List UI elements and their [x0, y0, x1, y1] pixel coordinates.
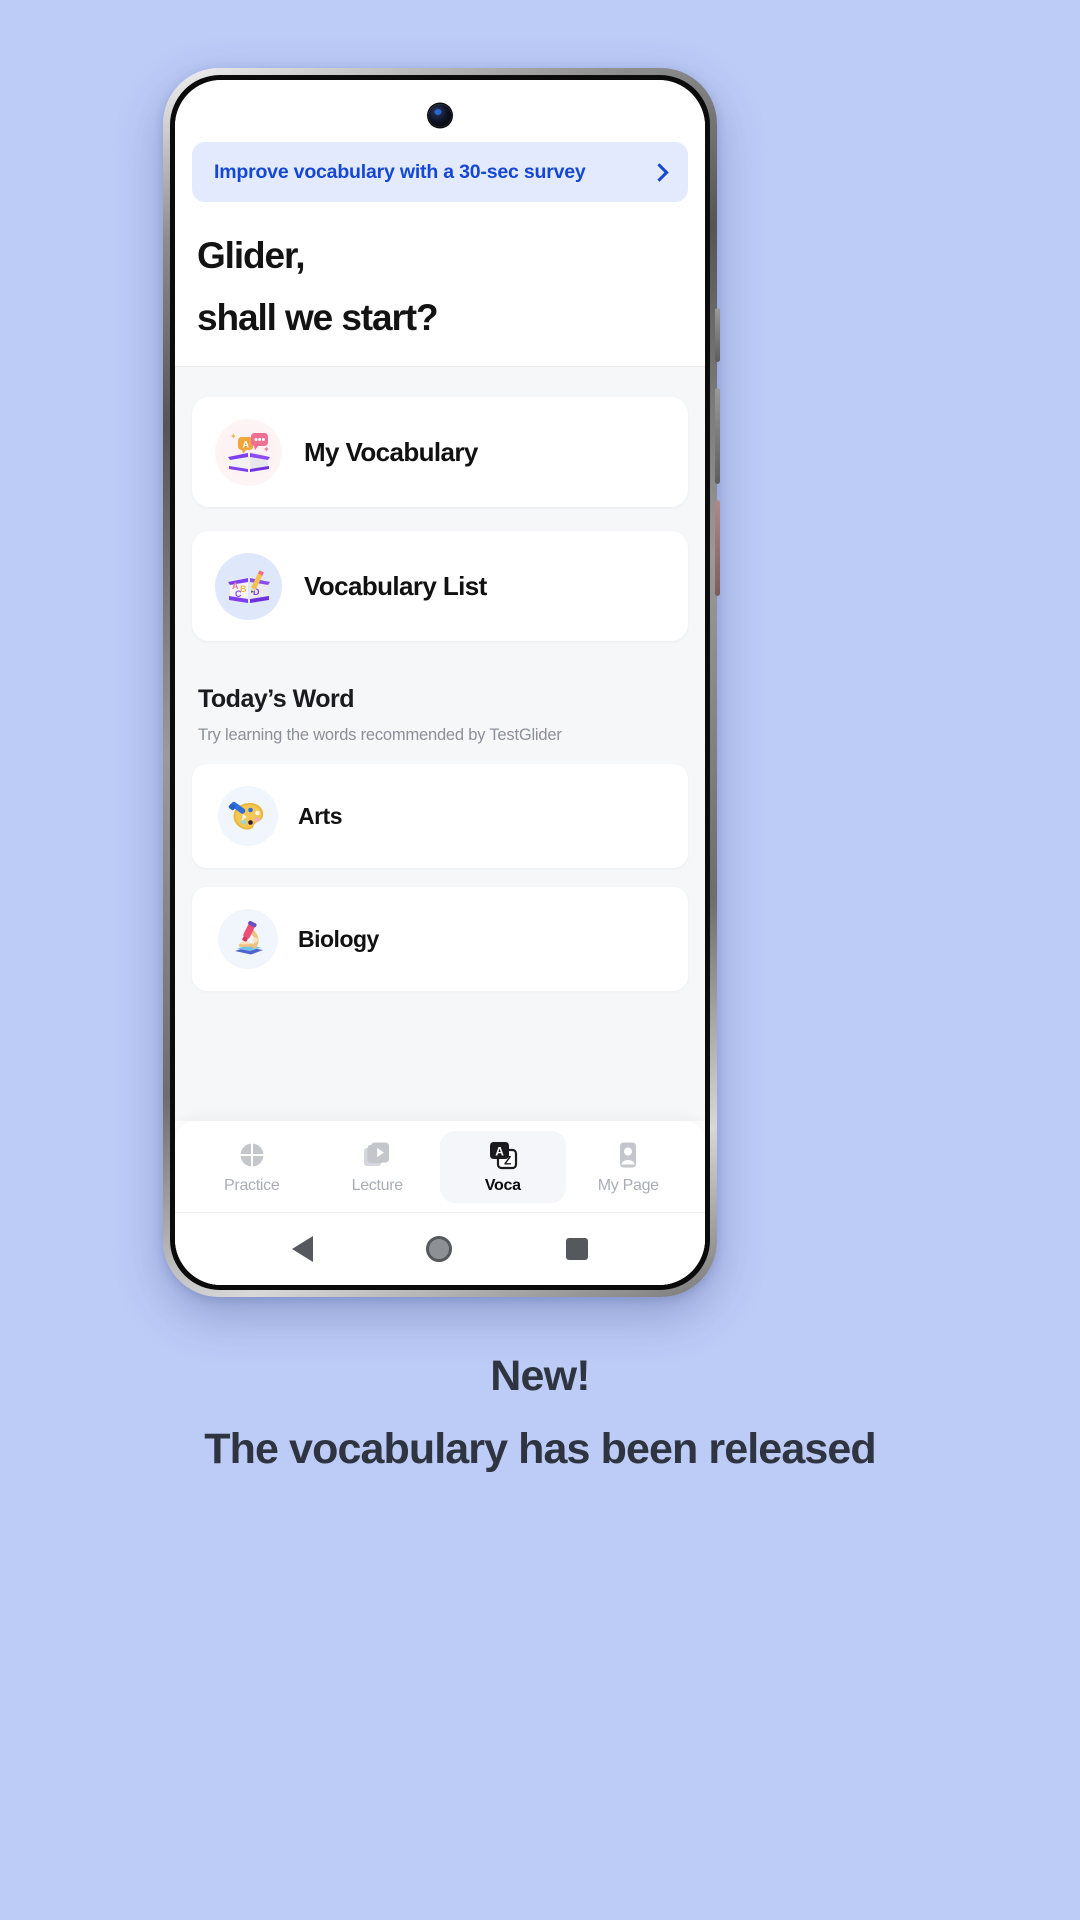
svg-text:A: A [495, 1144, 504, 1158]
practice-circle-icon [236, 1139, 268, 1171]
tab-label: Practice [224, 1176, 280, 1194]
card-my-vocabulary[interactable]: ✦ ✦ A My Vocabulary [192, 397, 688, 508]
card-vocabulary-list[interactable]: A B C D Vocabulary List [192, 531, 688, 642]
tab-label: Voca [484, 1176, 521, 1194]
artist-palette-icon [218, 786, 278, 847]
android-system-nav [175, 1213, 705, 1285]
chevron-right-icon [651, 164, 667, 180]
header-section: Improve vocabulary with a 30-sec survey … [175, 136, 705, 368]
tab-practice[interactable]: Practice [189, 1131, 315, 1203]
open-book-speech-bubbles-icon: ✦ ✦ A [215, 418, 282, 486]
svg-text:C: C [235, 589, 242, 599]
greeting-line-1: Glider, [197, 235, 306, 276]
home-circle-icon[interactable] [426, 1236, 453, 1262]
phone-frame: Improve vocabulary with a 30-sec survey … [163, 68, 720, 1297]
phone-screen: Improve vocabulary with a 30-sec survey … [175, 80, 705, 1285]
tab-voca[interactable]: Z A Voca [440, 1130, 566, 1203]
phone-volume-button[interactable] [715, 388, 720, 484]
bottom-tab-bar: Practice Lecture Z A Voca My Page [175, 1121, 705, 1213]
open-book-abcd-pencil-icon: A B C D [215, 552, 282, 620]
phone-side-button-top[interactable] [715, 308, 720, 362]
greeting-line-2: shall we start? [197, 297, 439, 339]
lecture-video-icon [361, 1139, 393, 1171]
tab-my-page[interactable]: My Page [566, 1131, 692, 1203]
tab-label: Lecture [351, 1176, 404, 1194]
word-card-biology[interactable]: Biology [192, 887, 688, 992]
card-label: My Vocabulary [304, 436, 478, 467]
phone-bezel: Improve vocabulary with a 30-sec survey … [170, 75, 710, 1290]
translate-a-z-icon: Z A [487, 1139, 519, 1171]
tab-label: My Page [597, 1176, 659, 1194]
person-card-icon [612, 1139, 644, 1171]
tab-lecture[interactable]: Lecture [315, 1131, 441, 1203]
word-card-arts[interactable]: Arts [192, 764, 688, 869]
word-card-label: Biology [298, 925, 379, 952]
card-label: Vocabulary List [304, 570, 487, 601]
svg-text:✦: ✦ [230, 432, 237, 441]
front-camera-icon [428, 104, 452, 127]
caption-line-1: New! [490, 1352, 590, 1400]
section-title: Today’s Word [198, 685, 355, 714]
svg-text:✦: ✦ [263, 445, 270, 454]
microscope-icon [218, 909, 278, 970]
recents-square-icon[interactable] [566, 1238, 589, 1260]
svg-text:A: A [242, 440, 249, 450]
back-triangle-icon[interactable] [291, 1236, 313, 1262]
main-scroll-area[interactable]: ✦ ✦ A My Vocabulary A B C D Vocabulary L… [175, 367, 705, 1121]
greeting-block: Glider, shall we start? [192, 202, 688, 366]
todays-word-section-header: Today’s Word Try learning the words reco… [192, 685, 688, 745]
phone-power-button[interactable] [715, 500, 720, 596]
status-bar [175, 80, 705, 136]
app-content: Improve vocabulary with a 30-sec survey … [175, 136, 705, 1285]
section-subtitle: Try learning the words recommended by Te… [198, 726, 562, 745]
caption-line-2: The vocabulary has been released [204, 1425, 876, 1473]
survey-banner[interactable]: Improve vocabulary with a 30-sec survey [192, 142, 688, 202]
survey-banner-label: Improve vocabulary with a 30-sec survey [214, 160, 586, 183]
word-card-label: Arts [298, 802, 343, 829]
promo-caption: New! The vocabulary has been released [0, 1352, 1080, 1474]
